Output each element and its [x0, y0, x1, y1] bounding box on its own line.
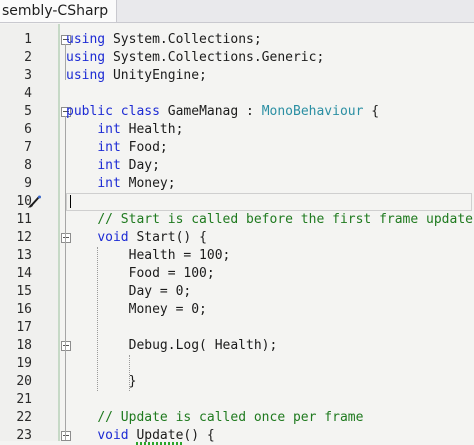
code-text: using UnityEngine;	[66, 68, 207, 83]
code-line[interactable]: 20 }	[0, 373, 474, 391]
line-number: 17	[16, 320, 32, 335]
code-text: void Update() {	[97, 428, 215, 445]
fold-region-line	[65, 116, 66, 440]
code-line[interactable]: 4	[0, 85, 474, 103]
code-text: using System.Collections;	[66, 32, 262, 47]
current-line-highlight	[66, 193, 472, 211]
line-number: 14	[16, 266, 32, 281]
text-caret	[70, 195, 71, 208]
code-text: using System.Collections.Generic;	[66, 50, 325, 65]
line-number: 5	[24, 104, 32, 119]
code-line[interactable]: 2 using System.Collections.Generic;	[0, 49, 474, 67]
line-number: 2	[24, 50, 32, 65]
code-line[interactable]: 7 int Food;	[0, 139, 474, 157]
code-line[interactable]: 22 // Update is called once per frame	[0, 409, 474, 427]
code-line[interactable]: 14 Food = 100;	[0, 265, 474, 283]
line-number: 8	[24, 158, 32, 173]
line-number: 4	[24, 86, 32, 101]
code-text: void Start() {	[97, 230, 207, 245]
line-number: 19	[16, 356, 32, 371]
line-number: 16	[16, 302, 32, 317]
code-line[interactable]: 11 // Start is called before the first f…	[0, 211, 474, 229]
line-number: 20	[16, 374, 32, 389]
line-number: 15	[16, 284, 32, 299]
code-line[interactable]: 9 int Money;	[0, 175, 474, 193]
code-text: int Day;	[97, 158, 160, 173]
code-line[interactable]: 21	[0, 391, 474, 409]
code-text: int Money;	[97, 176, 176, 191]
document-tab[interactable]: sembly-CSharp	[0, 0, 118, 22]
code-line[interactable]: 17	[0, 319, 474, 337]
code-text: Day = 0;	[66, 284, 192, 299]
code-text: public class GameManag : MonoBehaviour {	[66, 104, 380, 119]
code-editor[interactable]: 1 using System.Collections; 2 using System.…	[0, 24, 474, 445]
line-number: 6	[24, 122, 32, 137]
line-number: 7	[24, 140, 32, 155]
indent-guide	[97, 247, 99, 391]
code-line[interactable]: 23 void Update() {	[0, 427, 474, 445]
code-line[interactable]: 19	[0, 355, 474, 373]
code-text: int Food;	[97, 140, 168, 155]
line-number: 21	[16, 392, 32, 407]
document-tab-bar: sembly-CSharp	[0, 0, 474, 23]
code-text: Health = 100;	[66, 248, 231, 263]
code-text: Food = 100;	[66, 266, 215, 281]
code-text: }	[66, 374, 137, 389]
code-line[interactable]: 1 using System.Collections;	[0, 31, 474, 49]
code-line[interactable]: 8 int Day;	[0, 157, 474, 175]
code-text: // Update is called once per frame	[97, 410, 364, 425]
line-number: 18	[16, 338, 32, 353]
line-number: 1	[24, 32, 32, 47]
code-line[interactable]: 3 using UnityEngine;	[0, 67, 474, 85]
code-line[interactable]: 16 Money = 0;	[0, 301, 474, 319]
code-line[interactable]: 10	[0, 193, 474, 211]
line-number: 12	[16, 230, 32, 245]
fold-region-line	[65, 44, 66, 80]
code-line[interactable]: 6 int Health;	[0, 121, 474, 139]
line-number: 23	[16, 428, 32, 443]
code-text: Money = 0;	[66, 302, 207, 317]
code-text: // Start is called before the first fram…	[97, 212, 473, 227]
code-text: int Health;	[97, 122, 184, 137]
code-line[interactable]: 13 Health = 100;	[0, 247, 474, 265]
code-line[interactable]: 15 Day = 0;	[0, 283, 474, 301]
line-number: 9	[24, 176, 32, 191]
line-number: 11	[16, 212, 32, 227]
code-line[interactable]: 18 Debug.Log( Health);	[0, 337, 474, 355]
code-line[interactable]: 5 public class GameManag : MonoBehaviour …	[0, 103, 474, 121]
line-number: 22	[16, 410, 32, 425]
line-number: 3	[24, 68, 32, 83]
indent-guide	[128, 355, 130, 391]
line-number: 13	[16, 248, 32, 263]
paintbrush-icon[interactable]	[26, 194, 42, 210]
code-line[interactable]: 12 void Start() {	[0, 229, 474, 247]
